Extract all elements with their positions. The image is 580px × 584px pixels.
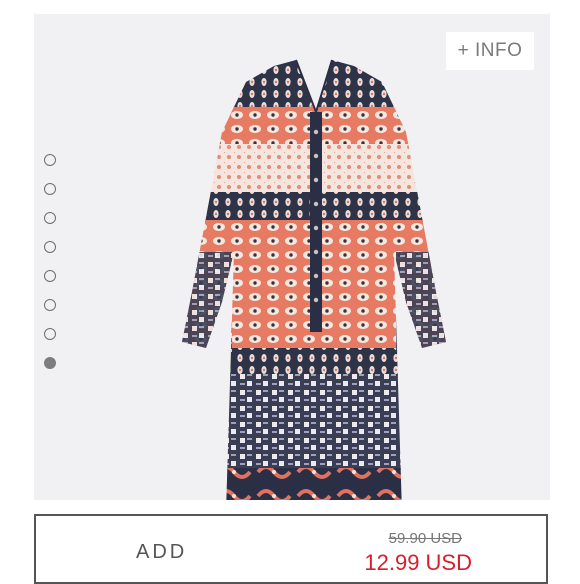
- purchase-bar: ADD 59.90 USD 12.99 USD: [34, 514, 548, 584]
- gallery-dot[interactable]: [44, 270, 56, 282]
- gallery-dot[interactable]: [44, 299, 56, 311]
- original-price: 59.90 USD: [388, 530, 462, 547]
- gallery-dot[interactable]: [44, 183, 56, 195]
- gallery-dot-active[interactable]: [44, 357, 56, 369]
- tunic-dress-photo: [182, 59, 446, 500]
- gallery-dot[interactable]: [44, 241, 56, 253]
- gallery-pagination: [44, 154, 58, 386]
- sale-price: 12.99 USD: [364, 550, 472, 575]
- gallery-dot[interactable]: [44, 154, 56, 166]
- info-button[interactable]: + INFO: [446, 32, 534, 70]
- product-image[interactable]: + INFO: [34, 14, 550, 500]
- gallery-dot[interactable]: [44, 328, 56, 340]
- add-to-cart-button[interactable]: ADD: [136, 541, 187, 564]
- gallery-dot[interactable]: [44, 212, 56, 224]
